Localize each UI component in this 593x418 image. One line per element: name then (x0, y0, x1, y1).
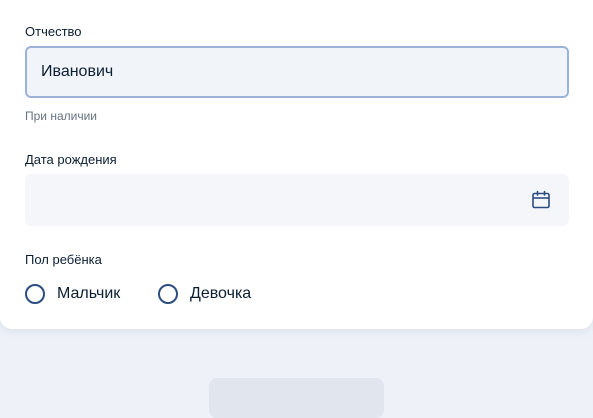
radio-boy[interactable]: Мальчик (25, 282, 120, 306)
patronymic-value: Иванович (41, 63, 114, 80)
radio-girl[interactable]: Девочка (158, 282, 251, 306)
radio-girl-circle[interactable] (158, 284, 178, 304)
birth-date-input[interactable] (25, 174, 569, 226)
patronymic-hint: При наличии (25, 109, 97, 123)
birth-date-label: Дата рождения (25, 152, 117, 167)
form-card: Отчество Иванович При наличии Дата рожде… (0, 0, 593, 329)
calendar-icon[interactable] (531, 190, 551, 210)
patronymic-label: Отчество (25, 24, 82, 39)
radio-boy-label: Мальчик (57, 285, 121, 302)
gender-label: Пол ребёнка (25, 252, 102, 267)
radio-boy-circle[interactable] (25, 284, 45, 304)
radio-girl-label: Девочка (190, 285, 252, 302)
patronymic-input[interactable]: Иванович (25, 46, 569, 98)
continue-button[interactable] (209, 378, 384, 418)
